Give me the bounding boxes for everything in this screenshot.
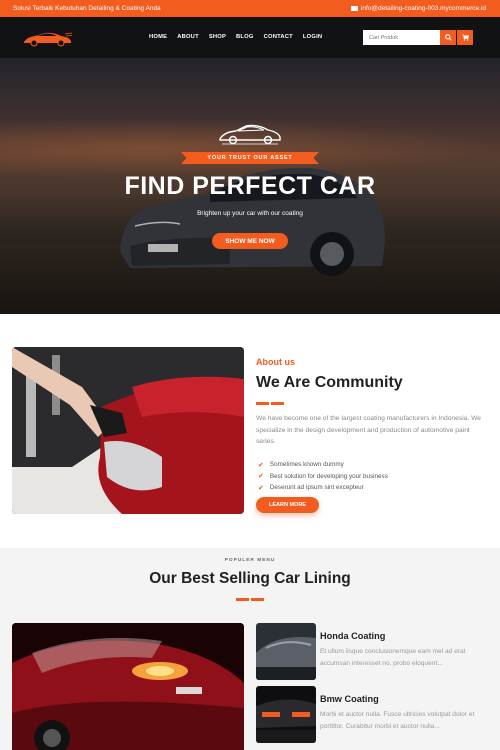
about-label: About us bbox=[256, 357, 295, 367]
nav-login[interactable]: LOGIN bbox=[303, 34, 322, 40]
menu-item[interactable]: Bmw Coating Morbi et auctor nulla. Fusce… bbox=[256, 686, 486, 744]
hero-banner: YOUR TRUST OUR ASSET FIND PERFECT CAR Br… bbox=[0, 58, 500, 314]
featured-car-image[interactable] bbox=[12, 623, 244, 750]
about-image bbox=[12, 347, 244, 514]
nav-shop[interactable]: SHOP bbox=[209, 34, 226, 40]
about-title: We Are Community bbox=[256, 374, 403, 391]
title-underline bbox=[236, 598, 264, 601]
car-logo-icon[interactable] bbox=[21, 30, 73, 47]
tagline: Solusi Terbaik Kebutuhan Detailing & Coa… bbox=[13, 5, 161, 12]
check-icon: ✔ bbox=[258, 484, 264, 492]
nav-contact[interactable]: CONTACT bbox=[264, 34, 293, 40]
main-nav: HOME ABOUT SHOP BLOG CONTACT LOGIN bbox=[149, 34, 332, 40]
title-underline bbox=[256, 402, 284, 405]
navbar: HOME ABOUT SHOP BLOG CONTACT LOGIN Cari … bbox=[0, 17, 500, 58]
list-item: ✔ Best solution for developing your busin… bbox=[258, 471, 388, 483]
car-detailing-photo bbox=[12, 347, 244, 514]
section-kicker: POPULER MENU bbox=[224, 558, 276, 563]
item-description: Et ullum iisque conclusionemque eam mel … bbox=[320, 648, 466, 667]
hero-subtitle: Brighten up your car with our coating bbox=[197, 210, 303, 217]
search-button[interactable] bbox=[440, 30, 456, 45]
email-contact[interactable]: info@detailing-coating-003.mycommerce.id bbox=[350, 5, 486, 12]
envelope-icon bbox=[350, 6, 358, 11]
section-title: Our Best Selling Car Lining bbox=[149, 570, 351, 587]
red-car-photo bbox=[12, 623, 244, 750]
item-name[interactable]: Bmw Coating bbox=[320, 694, 379, 704]
email-text[interactable]: info@detailing-coating-003.mycommerce.id bbox=[361, 5, 486, 12]
check-icon: ✔ bbox=[258, 461, 264, 469]
bullet-text: Sometimes known dummy bbox=[269, 461, 344, 469]
bmw-car-image bbox=[256, 686, 316, 743]
check-icon: ✔ bbox=[258, 473, 264, 481]
search-icon bbox=[444, 34, 452, 41]
top-bar: Solusi Terbaik Kebutuhan Detailing & Coa… bbox=[0, 0, 500, 17]
nav-about[interactable]: ABOUT bbox=[177, 34, 199, 40]
hero-ribbon: YOUR TRUST OUR ASSET bbox=[181, 152, 319, 164]
item-description: Morbi et auctor nulla. Fusce ultricies v… bbox=[320, 711, 475, 730]
search-form: Cari Produk bbox=[363, 30, 473, 45]
bmw-coating-thumbnail[interactable] bbox=[256, 686, 316, 743]
show-me-now-button[interactable]: SHOW ME NOW bbox=[212, 233, 288, 249]
list-item: ✔ Sometimes known dummy bbox=[258, 459, 388, 471]
honda-car-image bbox=[256, 623, 316, 680]
popular-menu-section: POPULER MENU Our Best Selling Car Lining… bbox=[0, 548, 500, 750]
about-bullets: ✔ Sometimes known dummy ✔ Best solution fo… bbox=[258, 459, 388, 494]
honda-coating-thumbnail[interactable] bbox=[256, 623, 316, 680]
learn-more-button[interactable]: LEARN MORE bbox=[256, 497, 319, 513]
cart-button[interactable] bbox=[457, 30, 473, 45]
car-emblem-icon bbox=[219, 124, 281, 145]
bullet-text: Deserunt ad ipsum sint excepteur bbox=[269, 484, 364, 492]
search-input[interactable]: Cari Produk bbox=[363, 30, 440, 45]
list-item: ✔ Deserunt ad ipsum sint excepteur bbox=[258, 482, 388, 494]
about-description: We have become one of the largest coatin… bbox=[256, 415, 482, 445]
hero-title: FIND PERFECT CAR bbox=[124, 172, 376, 200]
cart-icon bbox=[461, 34, 469, 41]
item-name[interactable]: Honda Coating bbox=[320, 631, 385, 641]
bullet-text: Best solution for developing your busine… bbox=[269, 472, 388, 480]
menu-item[interactable]: Honda Coating Et ullum iisque conclusion… bbox=[256, 623, 486, 681]
ribbon-text: YOUR TRUST OUR ASSET bbox=[207, 155, 293, 161]
nav-home[interactable]: HOME bbox=[149, 34, 167, 40]
nav-blog[interactable]: BLOG bbox=[236, 34, 254, 40]
